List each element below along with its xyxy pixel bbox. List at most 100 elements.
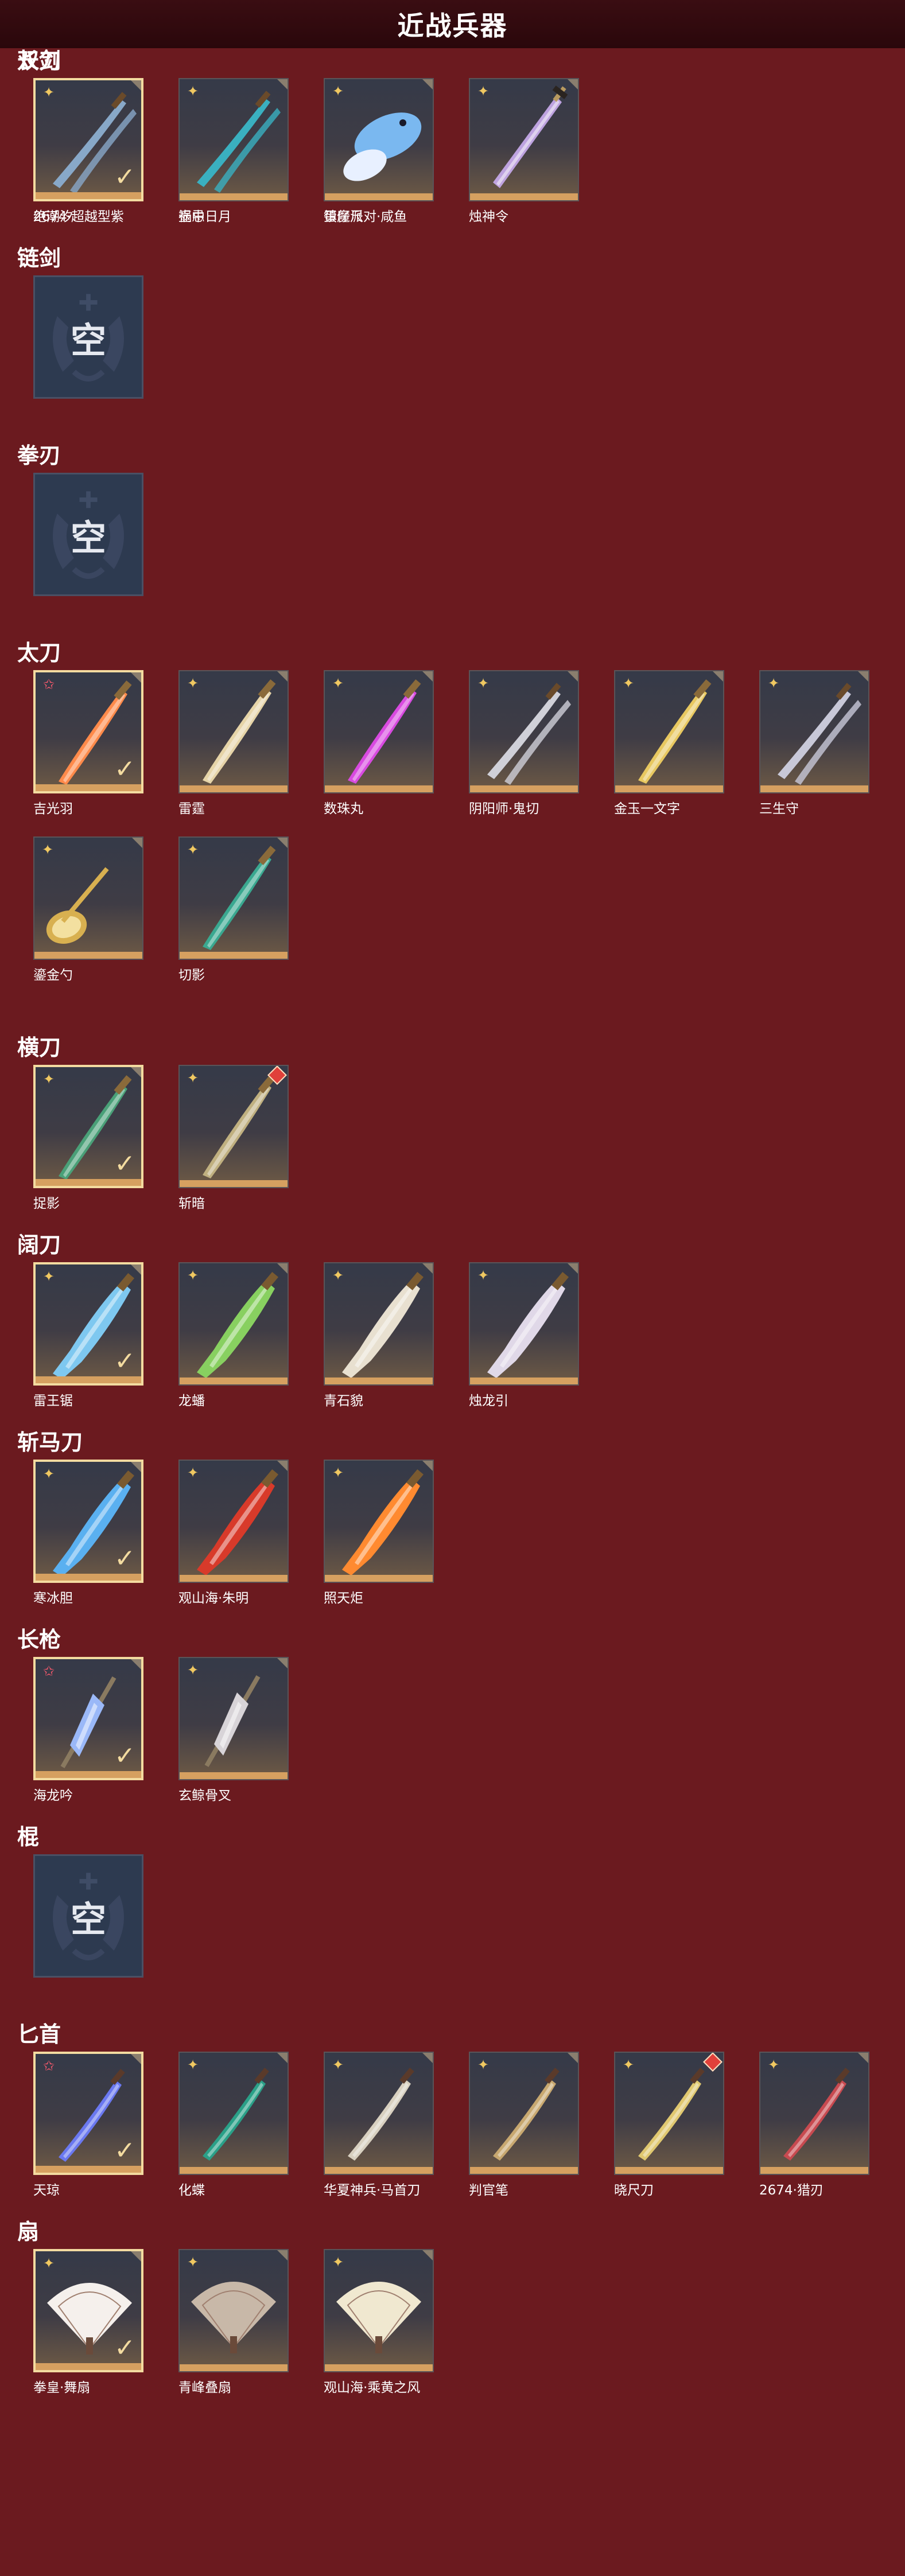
rarity-strip bbox=[180, 1180, 288, 1187]
weapon-card[interactable]: ✦ 晓尺刀 bbox=[614, 2052, 724, 2198]
weapon-thumbnail[interactable]: ✦✓ bbox=[33, 2249, 143, 2372]
weapon-thumbnail[interactable]: 空 bbox=[33, 473, 143, 596]
rarity-strip bbox=[325, 2167, 433, 2174]
equipped-check-icon: ✓ bbox=[114, 162, 135, 192]
empty-weapon-slot[interactable]: 空 bbox=[33, 1854, 143, 1989]
weapon-card[interactable]: ✦ 金玉一文字 bbox=[614, 670, 724, 816]
weapon-thumbnail[interactable]: ✦ bbox=[614, 670, 724, 793]
weapon-name: 观山海·朱明 bbox=[178, 1591, 249, 1606]
rarity-strip bbox=[36, 2363, 141, 2370]
weapon-card[interactable]: ✦ 青石貌 bbox=[324, 1262, 434, 1408]
weapon-card[interactable]: ✦ 鎏金勺 bbox=[33, 836, 143, 983]
weapon-thumbnail[interactable]: ✦ bbox=[324, 1460, 434, 1583]
weapon-card[interactable]: ✦ 烛神令 bbox=[469, 78, 579, 224]
weapon-card[interactable]: ✦ 蛋仔派对·咸鱼 bbox=[324, 78, 434, 224]
weapon-name: 阴阳师·鬼切 bbox=[469, 801, 539, 816]
weapon-card[interactable]: ✦ 祸忌 bbox=[178, 78, 289, 224]
weapon-card[interactable]: ✦ 照天炬 bbox=[324, 1460, 434, 1606]
weapon-thumbnail[interactable]: ✦✓ bbox=[33, 1262, 143, 1386]
rarity-strip bbox=[760, 2167, 868, 2174]
weapon-thumbnail[interactable]: ✦ bbox=[178, 78, 289, 201]
weapon-card[interactable]: ✦ 2674·猎刃 bbox=[759, 2052, 869, 2198]
weapon-card[interactable]: ✦ ✓ 捉影 bbox=[33, 1065, 143, 1211]
weapon-thumbnail[interactable]: ✦ bbox=[178, 2249, 289, 2372]
corner-marker-icon bbox=[568, 79, 578, 90]
weapon-thumbnail[interactable]: ✦ bbox=[324, 1262, 434, 1386]
weapon-card[interactable]: ✦ 数珠丸 bbox=[324, 670, 434, 816]
weapon-card[interactable]: ✩ ✓ 海龙吟 bbox=[33, 1657, 143, 1803]
weapon-thumbnail[interactable]: ✦ bbox=[178, 1657, 289, 1780]
weapon-thumbnail[interactable]: ✦ bbox=[469, 670, 579, 793]
weapon-thumbnail[interactable]: 空 bbox=[33, 275, 143, 399]
corner-marker-icon bbox=[277, 1263, 288, 1274]
weapon-name: 华夏神兵·马首刀 bbox=[324, 2183, 421, 2198]
weapon-thumbnail[interactable]: ✦ bbox=[469, 2052, 579, 2175]
weapon-thumbnail[interactable]: 空 bbox=[33, 1854, 143, 1978]
weapon-thumbnail[interactable]: ✦✓ bbox=[33, 1065, 143, 1188]
weapon-name: 观山海·乘黄之风 bbox=[324, 2380, 421, 2395]
weapon-card[interactable]: ✩ ✓ 吉光羽 bbox=[33, 670, 143, 816]
weapon-thumbnail[interactable]: ✦ bbox=[324, 2052, 434, 2175]
weapon-card[interactable]: ✦ ✓ 寒冰胆 bbox=[33, 1460, 143, 1606]
weapon-card[interactable]: ✦ 阴阳师·鬼切 bbox=[469, 670, 579, 816]
weapon-card[interactable]: ✦ 雷霆 bbox=[178, 670, 289, 816]
weapon-thumbnail[interactable]: ✦ bbox=[324, 670, 434, 793]
rarity-strip bbox=[180, 2167, 288, 2174]
weapon-thumbnail[interactable]: ✦ bbox=[178, 670, 289, 793]
weapon-thumbnail[interactable]: ✦ bbox=[178, 1262, 289, 1386]
rarity-strip bbox=[615, 2167, 723, 2174]
empty-weapon-slot[interactable]: 空 bbox=[33, 275, 143, 410]
corner-marker-icon bbox=[713, 671, 723, 682]
weapon-card[interactable]: ✦ 判官笔 bbox=[469, 2052, 579, 2198]
weapon-thumbnail[interactable]: ✦ bbox=[178, 1460, 289, 1583]
weapon-name: 照天炬 bbox=[324, 1591, 363, 1606]
weapon-thumbnail[interactable]: ✦✓ bbox=[33, 1460, 143, 1583]
weapon-name: 2674·猎刃 bbox=[759, 2183, 824, 2198]
weapon-thumbnail[interactable]: ✩ ✓ bbox=[33, 670, 143, 793]
weapon-card[interactable]: ✦ 观山海·乘黄之风 bbox=[324, 2249, 434, 2395]
category-title: 阔刀 bbox=[17, 1232, 61, 1258]
category-title: 太刀 bbox=[17, 640, 61, 666]
weapon-card[interactable]: ✩ ✓ 天琼 bbox=[33, 2052, 143, 2198]
weapon-card[interactable]: ✦ 切影 bbox=[178, 836, 289, 983]
weapon-thumbnail[interactable]: ✦✓ bbox=[33, 78, 143, 201]
weapon-thumbnail[interactable]: ✦ bbox=[759, 670, 869, 793]
weapon-card[interactable]: ✦ 观山海·朱明 bbox=[178, 1460, 289, 1606]
page-title: 近战兵器 bbox=[397, 10, 508, 41]
gold-star-icon: ✦ bbox=[187, 1267, 199, 1283]
weapon-thumbnail[interactable]: ✦ bbox=[33, 836, 143, 960]
weapon-thumbnail[interactable]: ✦ bbox=[469, 1262, 579, 1386]
gold-star-icon: ✦ bbox=[42, 1071, 55, 1087]
rarity-strip bbox=[36, 192, 141, 199]
weapon-card[interactable]: ✦ 青峰叠扇 bbox=[178, 2249, 289, 2395]
weapon-thumbnail[interactable]: ✦ bbox=[759, 2052, 869, 2175]
corner-marker-icon bbox=[131, 1067, 141, 1077]
weapon-thumbnail[interactable]: ✦ bbox=[614, 2052, 724, 2175]
weapon-thumbnail[interactable]: ✩ ✓ bbox=[33, 1657, 143, 1780]
weapon-card[interactable]: ✦ 玄鲸骨叉 bbox=[178, 1657, 289, 1803]
weapon-card[interactable]: ✦ ✓ 雷王锯 bbox=[33, 1262, 143, 1408]
weapon-card[interactable]: ✦ 化蝶 bbox=[178, 2052, 289, 2198]
weapon-card[interactable]: ✦ 华夏神兵·马首刀 bbox=[324, 2052, 434, 2198]
equipped-check-icon: ✓ bbox=[114, 1149, 135, 1178]
weapon-thumbnail[interactable]: ✦ bbox=[178, 2052, 289, 2175]
weapon-card[interactable]: ✦ ✓ 绝潮汐 bbox=[33, 78, 143, 224]
empty-weapon-slot[interactable]: 空 bbox=[33, 473, 143, 608]
gold-star-icon: ✦ bbox=[42, 1466, 55, 1482]
rarity-strip bbox=[615, 785, 723, 792]
weapon-thumbnail[interactable]: ✦ bbox=[324, 78, 434, 201]
weapon-card[interactable]: ✦ 龙蟠 bbox=[178, 1262, 289, 1408]
corner-marker-icon bbox=[277, 671, 288, 682]
gold-star-icon: ✦ bbox=[332, 83, 344, 99]
weapon-card[interactable]: ✦ 三生守 bbox=[759, 670, 869, 816]
weapon-card[interactable]: ✦ 斩暗 bbox=[178, 1065, 289, 1211]
rarity-strip bbox=[36, 1376, 141, 1383]
weapon-card[interactable]: ✦ 烛龙引 bbox=[469, 1262, 579, 1408]
weapon-thumbnail[interactable]: ✦ bbox=[324, 2249, 434, 2372]
weapon-thumbnail[interactable]: ✦ bbox=[178, 836, 289, 960]
weapon-card[interactable]: ✦ ✓ 拳皇·舞扇 bbox=[33, 2249, 143, 2395]
category-title: 斩马刀 bbox=[17, 1430, 83, 1455]
weapon-thumbnail[interactable]: ✩ ✓ bbox=[33, 2052, 143, 2175]
weapon-thumbnail[interactable]: ✦ bbox=[178, 1065, 289, 1188]
weapon-thumbnail[interactable]: ✦ bbox=[469, 78, 579, 201]
